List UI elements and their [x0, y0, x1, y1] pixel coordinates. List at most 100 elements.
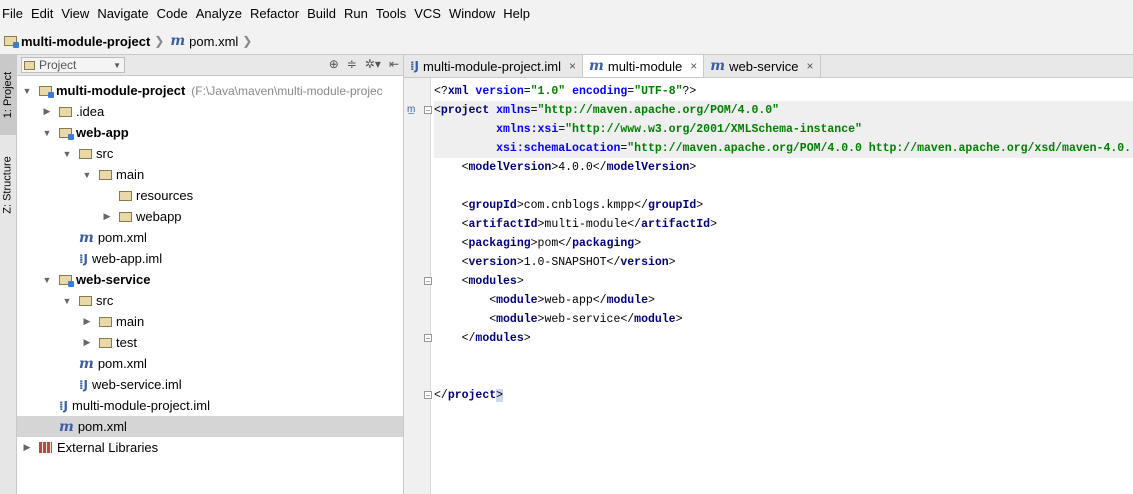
- collapse-all-icon[interactable]: ≑: [347, 57, 357, 71]
- expanded-arrow-icon[interactable]: ▼: [61, 149, 73, 159]
- menu-code[interactable]: Code: [153, 0, 192, 28]
- expanded-arrow-icon[interactable]: ▼: [61, 296, 73, 306]
- menu-view[interactable]: View: [57, 0, 93, 28]
- collapsed-arrow-icon[interactable]: ▶: [101, 211, 113, 222]
- tree-item[interactable]: ▼ multi-module-project (F:\Java\maven\mult…: [17, 80, 403, 101]
- tree-item[interactable]: ▼ src: [17, 290, 403, 311]
- locate-icon[interactable]: ⊕: [329, 57, 339, 71]
- expanded-arrow-icon[interactable]: ▼: [41, 128, 53, 138]
- code-line: <modules>: [434, 272, 524, 291]
- tree-item[interactable]: m pom.xml: [17, 416, 403, 437]
- code-line: <packaging>pom</packaging>: [434, 234, 642, 253]
- tree-item[interactable]: ▶ main: [17, 311, 403, 332]
- menu-tools[interactable]: Tools: [372, 0, 410, 28]
- code-token: modules: [475, 332, 524, 345]
- tree-item[interactable]: ⁞J multi-module-project.iml: [17, 395, 403, 416]
- collapsed-arrow-icon[interactable]: ▶: [81, 316, 93, 327]
- tab-structure-tool[interactable]: Z: Structure: [0, 140, 16, 230]
- menu-file[interactable]: File: [0, 0, 27, 28]
- code-line: xsi:schemaLocation="http://maven.apache.…: [434, 139, 1133, 158]
- menu-help[interactable]: Help: [499, 0, 534, 28]
- menu-window[interactable]: Window: [445, 0, 499, 28]
- maven-icon: m: [710, 58, 726, 74]
- code-token: modelVersion: [468, 161, 552, 174]
- tree-item-label: test: [116, 335, 137, 350]
- code-token: version: [468, 256, 517, 269]
- code-token: project: [440, 104, 497, 117]
- tree-item[interactable]: m pom.xml: [17, 227, 403, 248]
- code-token: module: [496, 294, 538, 307]
- code-token: xmlns: [496, 104, 531, 117]
- fold-marker-icon[interactable]: −: [424, 277, 432, 286]
- tree-item[interactable]: m pom.xml: [17, 353, 403, 374]
- tree-item[interactable]: ⁞J web-app.iml: [17, 248, 403, 269]
- tree-item[interactable]: ⁞J web-service.iml: [17, 374, 403, 395]
- expanded-arrow-icon[interactable]: ▼: [21, 86, 33, 96]
- project-panel-toolbar: ⊕ ≑ ✲▾ ⇤: [329, 57, 399, 71]
- code-token: version: [620, 256, 669, 269]
- code-token: <: [434, 294, 497, 307]
- code-token: groupId: [468, 199, 517, 212]
- code-token: <: [434, 275, 469, 288]
- code-token: >: [668, 256, 676, 269]
- tab-structure-tool-label: Z: Structure: [2, 156, 14, 214]
- menu-edit[interactable]: Edit: [27, 0, 57, 28]
- close-icon[interactable]: ×: [569, 59, 576, 73]
- tree-item[interactable]: ▼ web-app: [17, 122, 403, 143]
- tree-item[interactable]: resources: [17, 185, 403, 206]
- folder-icon: [59, 106, 72, 117]
- code-editor[interactable]: <?xml version="1.0" encoding="UTF-8"?> <p…: [434, 78, 1133, 494]
- fold-marker-icon[interactable]: −: [424, 334, 432, 343]
- module-folder-icon: [59, 274, 74, 287]
- fold-marker-icon[interactable]: −: [424, 106, 432, 115]
- breadcrumb-file[interactable]: m pom.xml ❯: [166, 33, 254, 49]
- close-icon[interactable]: ×: [806, 59, 813, 73]
- iml-file-icon: ⁞J: [79, 377, 89, 392]
- chevron-right-icon: ❯: [154, 34, 165, 48]
- code-token: >: [689, 161, 697, 174]
- expanded-arrow-icon[interactable]: ▼: [81, 170, 93, 180]
- menu-analyze[interactable]: Analyze: [192, 0, 246, 28]
- hide-panel-icon[interactable]: ⇤: [389, 57, 399, 71]
- code-token: =: [523, 85, 531, 98]
- menu-run[interactable]: Run: [340, 0, 372, 28]
- breadcrumb: multi-module-project ❯ m pom.xml ❯: [0, 28, 1133, 55]
- code-token: >: [696, 199, 704, 212]
- tree-item[interactable]: ▼ web-service: [17, 269, 403, 290]
- folder-icon: [119, 190, 132, 201]
- code-token: <: [434, 237, 469, 250]
- editor-tab[interactable]: m web-service ×: [704, 55, 821, 77]
- collapsed-arrow-icon[interactable]: ▶: [81, 337, 93, 348]
- tree-item-path: (F:\Java\maven\multi-module-projec: [191, 83, 383, 98]
- close-icon[interactable]: ×: [690, 59, 697, 73]
- editor-tab[interactable]: m multi-module ×: [583, 55, 705, 77]
- menu-build[interactable]: Build: [303, 0, 340, 28]
- project-view-select[interactable]: Project ▼: [21, 57, 125, 73]
- menu-refactor[interactable]: Refactor: [246, 0, 303, 28]
- tree-item-label: web-service: [76, 272, 151, 287]
- maven-gutter-icon[interactable]: m̲: [407, 104, 415, 115]
- tree-item-label: web-service.iml: [92, 377, 182, 392]
- tree-item-label: main: [116, 314, 145, 329]
- editor-gutter: m̲ − − − −: [404, 78, 432, 494]
- expanded-arrow-icon[interactable]: ▼: [41, 275, 53, 285]
- tree-item[interactable]: ▶ External Libraries: [17, 437, 403, 458]
- menu-navigate[interactable]: Navigate: [93, 0, 152, 28]
- tree-item[interactable]: ▼ src: [17, 143, 403, 164]
- breadcrumb-project[interactable]: multi-module-project ❯: [0, 34, 166, 49]
- tree-item[interactable]: ▶ .idea: [17, 101, 403, 122]
- collapsed-arrow-icon[interactable]: ▶: [41, 106, 53, 117]
- tree-item[interactable]: ▼ main: [17, 164, 403, 185]
- menu-vcs[interactable]: VCS: [410, 0, 445, 28]
- code-token: >: [523, 332, 531, 345]
- tab-project-tool[interactable]: 1: Project: [0, 55, 16, 135]
- collapsed-arrow-icon[interactable]: ▶: [21, 442, 33, 453]
- tree-item[interactable]: ▶ webapp: [17, 206, 403, 227]
- fold-marker-icon[interactable]: −: [424, 391, 432, 400]
- tree-item-label: webapp: [136, 209, 182, 224]
- gear-icon[interactable]: ✲▾: [365, 57, 381, 71]
- editor-tab[interactable]: ⁞J multi-module-project.iml ×: [404, 55, 584, 77]
- code-token: >1.0-SNAPSHOT</: [516, 256, 621, 269]
- tree-item[interactable]: ▶ test: [17, 332, 403, 353]
